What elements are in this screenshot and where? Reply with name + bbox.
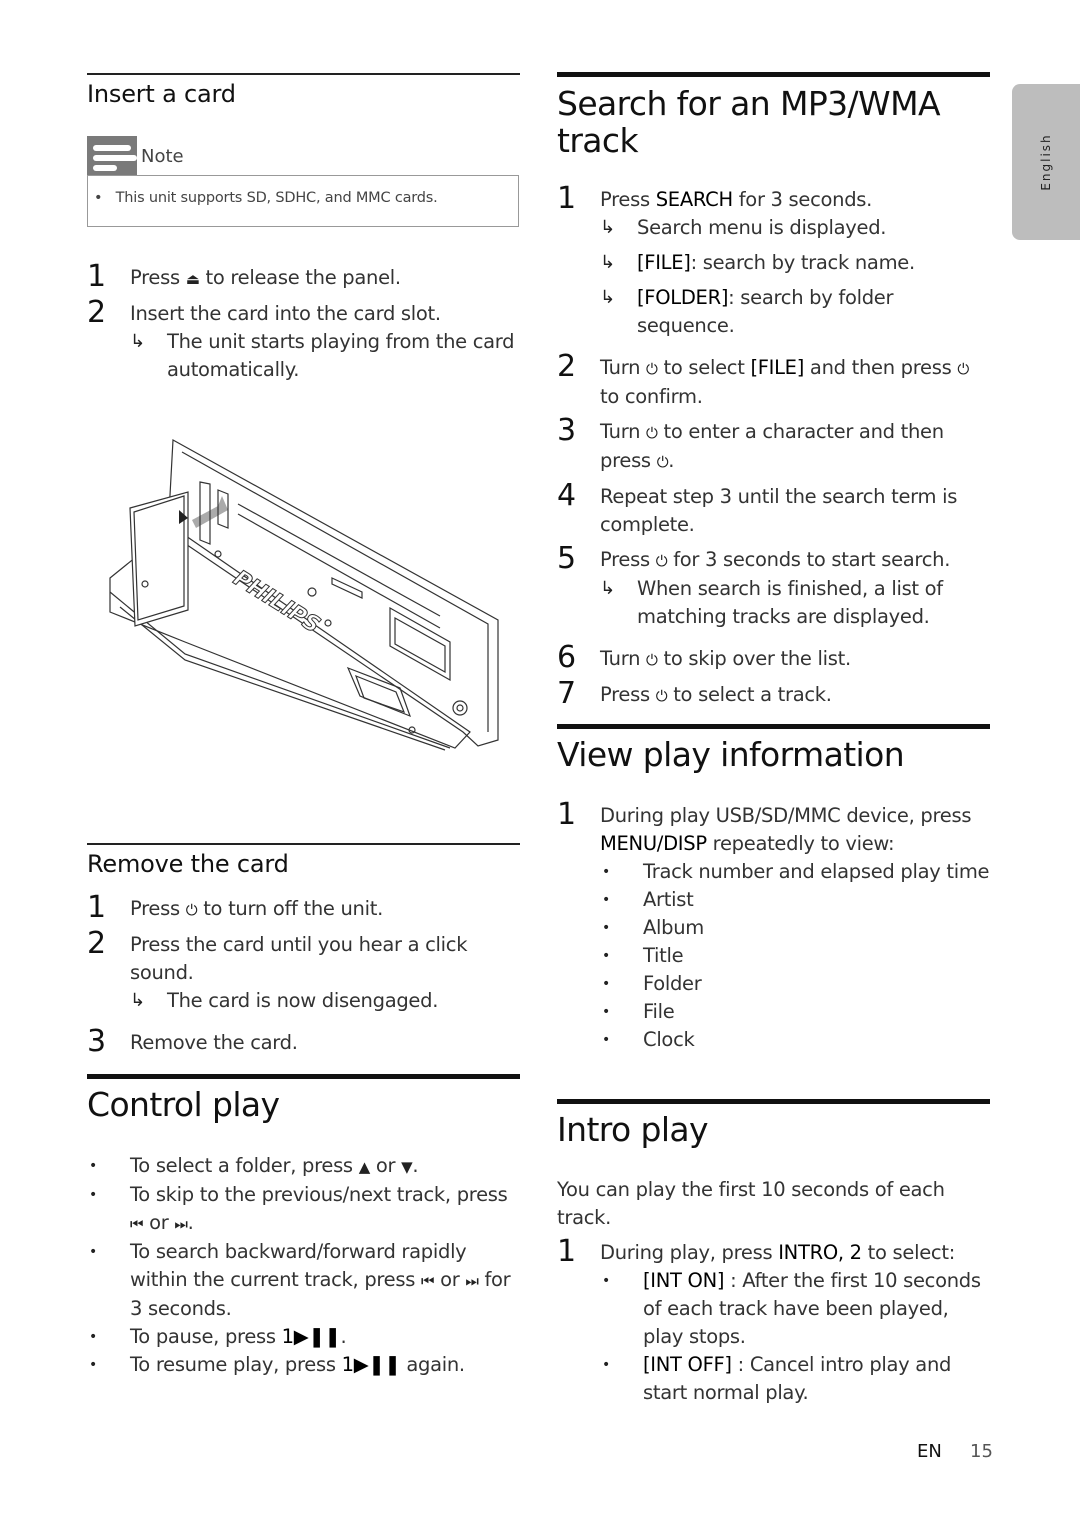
- menu-disp-key: MENU/DISP: [600, 832, 707, 855]
- step: 1 During play, press INTRO, 2 to select:: [557, 1234, 955, 1269]
- step: 6 Turn ⏻ to skip over the list.: [557, 640, 851, 675]
- knob-icon: ⏻: [646, 651, 658, 669]
- intro-key: INTRO, 2: [778, 1241, 862, 1264]
- section-divider: [87, 73, 520, 75]
- step-result: ↳ The card is now disengaged.: [87, 987, 520, 1015]
- step: 1 During play USB/SD/MMC device, press M…: [557, 797, 972, 856]
- list-item: • [INT OFF] : Cancel intro play and start…: [602, 1353, 952, 1404]
- list-item: • To pause, press 1▶❚❚.: [89, 1325, 347, 1348]
- section-divider: [557, 1099, 990, 1104]
- note-box: • This unit supports SD, SDHC, and MMC c…: [87, 175, 519, 227]
- previous-track-icon: ⏮: [421, 1272, 435, 1290]
- power-icon: ⏻: [185, 901, 198, 919]
- intro-option-list: • [INT ON] : After the first 10 seconds o…: [557, 1267, 990, 1407]
- knob-icon: ⏻: [957, 360, 969, 378]
- language-tab-label: English: [1039, 133, 1053, 191]
- section-divider: [557, 72, 990, 77]
- previous-track-icon: ⏮: [130, 1215, 144, 1233]
- list-item: • Folder: [602, 972, 702, 995]
- list-item: • To skip to the previous/next track, pre…: [89, 1183, 508, 1234]
- knob-icon: ⏻: [656, 453, 669, 471]
- up-arrow-icon: ▲: [358, 1158, 371, 1176]
- result-arrow-icon: ↳: [130, 990, 145, 1011]
- next-track-icon: ⏭: [174, 1215, 188, 1233]
- list-item: • To select a folder, press ▲ or ▼.: [89, 1154, 419, 1177]
- search-heading: Search for an MP3/WMA track: [557, 84, 941, 160]
- step-result: ↳ The unit starts playing from the card a…: [130, 330, 515, 381]
- step: 1 Press ⏻ to turn off the unit.: [87, 890, 383, 925]
- footer-language: EN: [917, 1441, 942, 1462]
- brand-logo: PHILIPS: [229, 566, 324, 639]
- list-item: • [INT ON] : After the first 10 seconds o…: [602, 1269, 981, 1348]
- view-info-steps: 1 During play USB/SD/MMC device, press M…: [557, 797, 990, 1054]
- list-item: • Artist: [602, 888, 694, 911]
- eject-icon: ⏏: [185, 270, 200, 288]
- intro-play-heading: Intro play: [557, 1110, 709, 1149]
- note-label: Note: [141, 146, 184, 167]
- result-arrow-icon: ↳: [130, 331, 145, 352]
- page-number: 15: [970, 1441, 993, 1462]
- search-key: SEARCH: [655, 188, 733, 211]
- step-result: ↳ When search is finished, a list of matc…: [600, 577, 943, 628]
- list-item: • File: [602, 1000, 675, 1023]
- step: 3 Remove the card.: [87, 1024, 298, 1059]
- search-steps: 1 Press SEARCH for 3 seconds. ↳ Search me…: [557, 181, 990, 711]
- remove-card-steps: 1 Press ⏻ to turn off the unit. 2 Press …: [87, 890, 520, 1059]
- panel-illustration: PHILIPS: [109, 439, 499, 751]
- knob-icon: ⏻: [646, 360, 658, 378]
- knob-icon: ⏻: [655, 687, 668, 705]
- control-play-list: • To select a folder, press ▲ or ▼. • To s…: [87, 1152, 520, 1379]
- list-item: • Clock: [602, 1028, 695, 1051]
- view-info-heading: View play information: [557, 735, 905, 774]
- section-divider: [557, 724, 990, 729]
- play-pause-key: 1▶❚❚: [281, 1325, 341, 1348]
- note-header: Note: [87, 136, 520, 176]
- insert-card-steps: 1 Press ⏏ to release the panel. 2 Insert…: [87, 259, 520, 384]
- step-result: ↳ Search menu is displayed. ↳ [FILE]: sear…: [600, 216, 915, 337]
- result-arrow-icon: ↳: [600, 287, 615, 308]
- step: 1 Press ⏏ to release the panel.: [87, 259, 401, 294]
- result-arrow-icon: ↳: [600, 217, 615, 238]
- intro-play-content: You can play the first 10 seconds of eac…: [557, 1176, 990, 1407]
- list-item: • To resume play, press 1▶❚❚ again.: [89, 1353, 465, 1376]
- step: 5 Press ⏻ for 3 seconds to start search.: [557, 541, 951, 576]
- list-item: • Track number and elapsed play time: [602, 860, 990, 883]
- info-item-list: • Track number and elapsed play time • Art…: [557, 858, 990, 1054]
- step: 1 Press SEARCH for 3 seconds.: [557, 181, 873, 216]
- knob-icon: ⏻: [646, 424, 658, 442]
- section-divider: [87, 843, 520, 845]
- step: 2 Turn ⏻ to select [FILE] and then press…: [557, 349, 969, 409]
- step: 3 Turn ⏻ to enter a character and then p…: [557, 413, 944, 473]
- insert-card-heading: Insert a card: [87, 80, 236, 108]
- step: 7 Press ⏻ to select a track.: [557, 676, 832, 711]
- remove-card-heading: Remove the card: [87, 850, 289, 878]
- step: 4 Repeat step 3 until the search term is…: [557, 478, 958, 537]
- result-arrow-icon: ↳: [600, 252, 615, 273]
- down-arrow-icon: ▼: [401, 1158, 413, 1176]
- list-item: • Album: [602, 916, 704, 939]
- next-track-icon: ⏭: [465, 1272, 479, 1290]
- knob-icon: ⏻: [655, 552, 668, 570]
- note-icon: [87, 136, 137, 176]
- section-divider: [87, 1074, 520, 1079]
- result-arrow-icon: ↳: [600, 578, 615, 599]
- play-pause-key: 1▶❚❚: [341, 1353, 401, 1376]
- step: 2 Insert the card into the card slot.: [87, 295, 441, 330]
- control-play-heading: Control play: [87, 1085, 280, 1124]
- list-item: • Title: [602, 944, 684, 967]
- note-text: • This unit supports SD, SDHC, and MMC c…: [94, 190, 438, 206]
- intro-text: You can play the first 10 seconds of eac…: [557, 1178, 945, 1229]
- step: 2 Press the card until you hear a click …: [87, 926, 468, 985]
- language-tab: English: [1012, 84, 1080, 240]
- list-item: • To search backward/forward rapidly with…: [89, 1240, 511, 1320]
